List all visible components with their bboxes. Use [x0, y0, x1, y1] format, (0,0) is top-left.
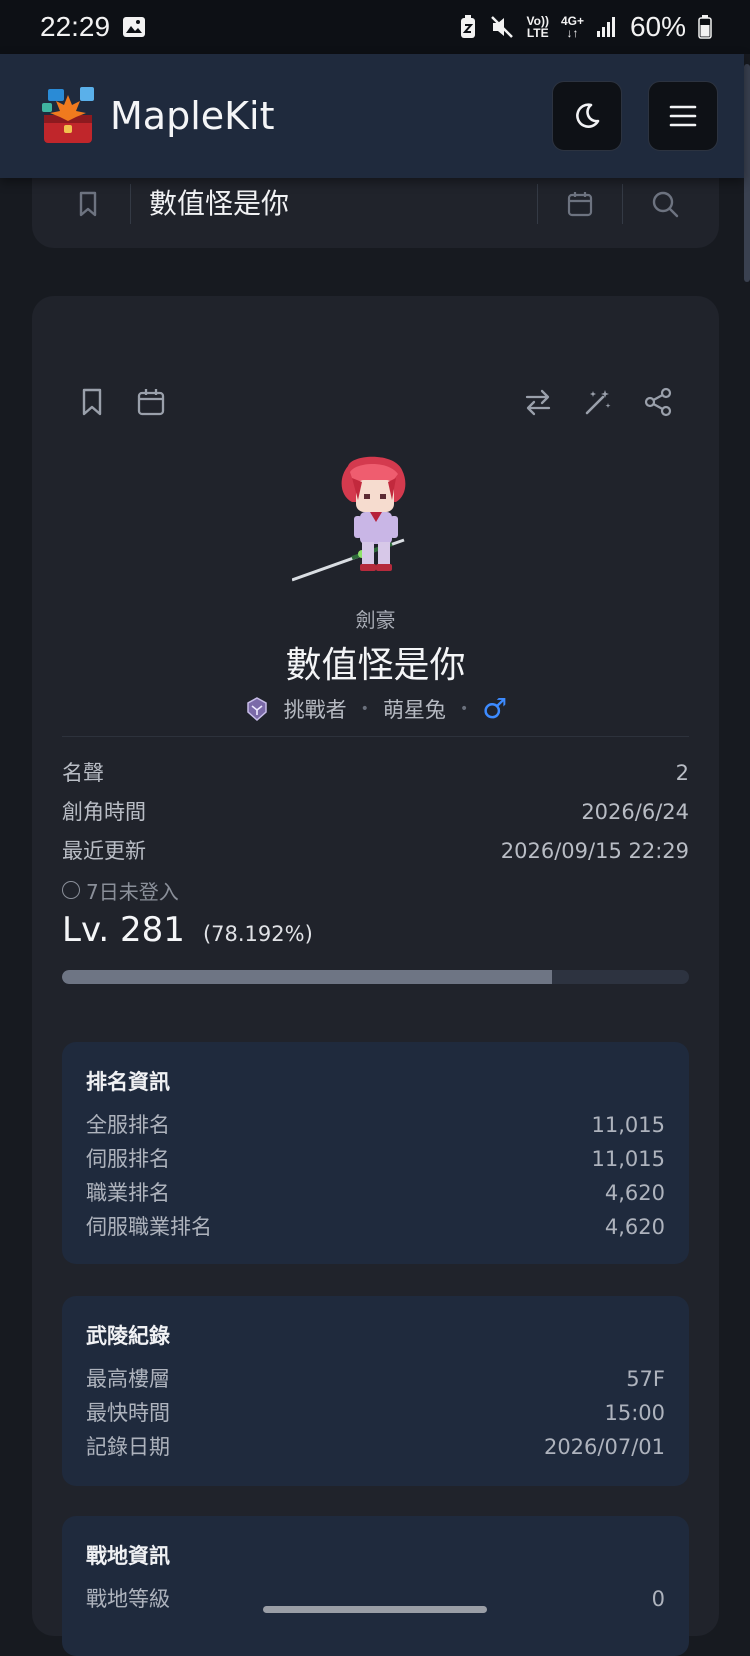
info-label: 最近更新 [62, 839, 146, 863]
character-name: 數值怪是你 [285, 645, 466, 686]
share-icon[interactable] [643, 387, 673, 417]
divider [62, 736, 689, 737]
row-value: 11,015 [591, 1147, 665, 1171]
info-label: 名聲 [62, 761, 104, 785]
dojo-section: 武陵紀錄 最高樓層 57F 最快時間 15:00 記錄日期 2026/07/01 [62, 1296, 689, 1486]
character-meta: 挑戰者 • 萌星兔 • ♂ [32, 692, 719, 725]
row-value: 15:00 [604, 1401, 665, 1425]
dojo-row: 記錄日期 2026/07/01 [86, 1430, 665, 1464]
divider [622, 184, 623, 224]
magic-wand-icon[interactable] [583, 387, 613, 417]
separator-dot: • [459, 700, 469, 717]
row-label: 全服排名 [86, 1113, 170, 1137]
row-label: 記錄日期 [86, 1435, 170, 1459]
page-scrollbar[interactable] [744, 64, 750, 282]
ranking-row: 伺服職業排名 4,620 [86, 1210, 665, 1244]
battery-saver-icon [460, 15, 475, 38]
signal-icon [596, 17, 615, 37]
top-navbar: MapleKit [0, 54, 744, 178]
row-label: 戰地等級 [86, 1587, 170, 1611]
ranking-section: 排名資訊 全服排名 11,015 伺服排名 11,015 職業排名 4,620 … [62, 1042, 689, 1264]
mute-icon [490, 16, 513, 38]
divider [537, 184, 538, 224]
dojo-row: 最快時間 15:00 [86, 1396, 665, 1430]
separator-dot: • [360, 700, 369, 717]
brand[interactable]: MapleKit [40, 85, 275, 147]
hamburger-menu-icon [669, 105, 697, 127]
dojo-row: 最高樓層 57F [86, 1362, 665, 1396]
ranking-row: 職業排名 4,620 [86, 1176, 665, 1210]
section-title: 武陵紀錄 [86, 1324, 170, 1348]
male-gender-icon: ♂ [482, 692, 508, 725]
app-title: MapleKit [110, 94, 275, 138]
server-name: 挑戰者 [283, 697, 347, 722]
theme-toggle-button[interactable] [552, 81, 622, 151]
union-section: 戰地資訊 戰地等級 0 [62, 1516, 689, 1656]
info-row-updated: 最近更新 2026/09/15 22:29 [62, 832, 689, 871]
offline-text: 7日未登入 [86, 879, 179, 904]
level-display: Lv. 281 (78.192%) [62, 910, 313, 950]
exp-progress-fill [62, 970, 553, 984]
guild-name[interactable]: 萌星兔 [383, 694, 446, 724]
character-info-list: 名聲 2 創角時間 2026/6/24 最近更新 2026/09/15 22:2… [62, 754, 689, 909]
search-input[interactable]: 數值怪是你 [130, 184, 509, 224]
calendar-icon[interactable] [136, 387, 166, 417]
row-label: 職業排名 [86, 1181, 170, 1205]
battery-icon [698, 15, 712, 39]
ranking-row: 全服排名 11,015 [86, 1108, 665, 1142]
row-label: 伺服排名 [86, 1147, 170, 1171]
row-value: 4,620 [604, 1215, 665, 1239]
info-row-fame: 名聲 2 [62, 754, 689, 793]
challenger-server-icon [246, 696, 267, 721]
bookmark-icon[interactable] [78, 387, 106, 417]
calendar-icon[interactable] [566, 190, 594, 218]
row-label: 伺服職業排名 [86, 1215, 212, 1239]
home-indicator[interactable] [263, 1606, 487, 1613]
row-value: 57F [626, 1367, 665, 1391]
menu-button[interactable] [648, 81, 718, 151]
gallery-icon [123, 17, 146, 37]
character-job: 劍豪 [355, 608, 396, 632]
moon-icon [576, 103, 600, 128]
info-value: 2026/6/24 [581, 800, 689, 824]
exp-percent: (78.192%) [202, 922, 313, 946]
ranking-row: 伺服排名 11,015 [86, 1142, 665, 1176]
info-label: 創角時間 [62, 800, 146, 824]
row-value: 0 [651, 1587, 665, 1611]
section-title: 戰地資訊 [86, 1544, 170, 1568]
row-value: 4,620 [604, 1181, 665, 1205]
volte-indicator: Vo)) LTE [526, 14, 549, 40]
info-value: 2 [675, 761, 689, 785]
maplekit-logo-icon [42, 87, 94, 143]
info-row-created: 創角時間 2026/6/24 [62, 793, 689, 832]
row-label: 最快時間 [86, 1401, 170, 1425]
level-text: Lv. 281 [62, 910, 185, 950]
character-card: 劍豪 數值怪是你 挑戰者 • 萌星兔 • ♂ 名聲 2 創角時間 2026/6/… [32, 296, 719, 1656]
search-icon[interactable] [651, 190, 679, 218]
info-value: 2026/09/15 22:29 [500, 839, 689, 863]
exp-progress-bar [62, 970, 689, 984]
status-circle-icon [62, 881, 80, 899]
network-indicator: 4G+ ↓↑ [560, 14, 584, 40]
card-actions [78, 382, 673, 422]
section-title: 排名資訊 [86, 1070, 170, 1094]
row-value: 2026/07/01 [543, 1435, 665, 1459]
status-time: 22:29 [40, 11, 111, 42]
row-label: 最高樓層 [86, 1367, 170, 1391]
compare-arrows-icon[interactable] [523, 387, 553, 417]
offline-status: 7日未登入 [62, 871, 689, 909]
status-bar: 22:29 Vo)) LTE 4G+ ↓↑ 60% [0, 0, 750, 54]
character-avatar [292, 456, 406, 582]
bookmark-icon[interactable] [76, 190, 100, 218]
row-value: 11,015 [591, 1113, 665, 1137]
battery-percent: 60% [629, 11, 686, 42]
